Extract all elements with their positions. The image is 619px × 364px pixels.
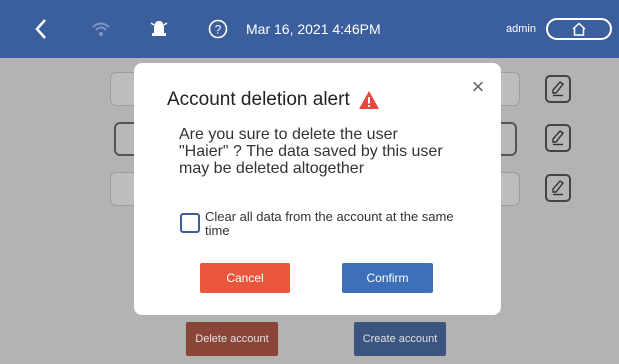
pencil-icon <box>552 180 565 196</box>
dialog-title-text: Account deletion alert <box>167 89 350 110</box>
clear-data-checkbox-label: Clear all data from the account at the s… <box>205 209 454 238</box>
confirm-button[interactable]: Confirm <box>342 263 433 293</box>
dialog-title: Account deletion alert <box>167 89 380 111</box>
username-text: admin <box>506 23 536 35</box>
home-icon <box>572 22 586 36</box>
cancel-button[interactable]: Cancel <box>200 263 290 293</box>
top-bar: ? Mar 16, 2021 4:46PM admin <box>0 0 619 58</box>
edit-user-3-button[interactable] <box>545 174 571 202</box>
edit-user-1-button[interactable] <box>545 75 571 103</box>
edit-user-2-button[interactable] <box>545 124 571 152</box>
dialog-message: Are you sure to delete the user "Haier" … <box>179 126 443 177</box>
alarm-button[interactable] <box>150 0 170 58</box>
datetime-text: Mar 16, 2021 4:46PM <box>246 21 381 37</box>
wifi-icon <box>92 22 110 36</box>
pencil-icon <box>552 81 565 97</box>
home-button[interactable] <box>546 18 612 40</box>
delete-account-button[interactable]: Delete account <box>186 322 278 356</box>
back-button[interactable] <box>34 0 54 58</box>
create-account-button[interactable]: Create account <box>354 322 446 356</box>
svg-text:?: ? <box>215 23 222 37</box>
pencil-icon <box>552 130 565 146</box>
delete-account-dialog: Account deletion alert × Are you sure to… <box>134 63 501 315</box>
clear-data-checkbox[interactable] <box>180 213 200 233</box>
chevron-left-icon <box>35 19 46 39</box>
help-button[interactable]: ? <box>208 0 230 58</box>
close-icon[interactable]: × <box>468 76 488 98</box>
help-icon: ? <box>208 19 228 39</box>
warning-icon <box>358 91 379 109</box>
wifi-button[interactable] <box>92 0 112 58</box>
alarm-icon <box>150 21 168 36</box>
